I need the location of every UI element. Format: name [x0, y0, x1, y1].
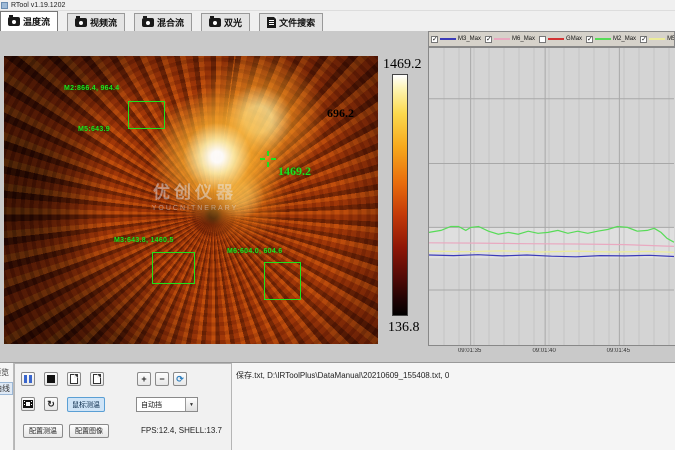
refresh-icon: ⟳: [176, 374, 184, 385]
auto-mode-value: 自动挡: [137, 400, 185, 410]
legend-checkbox[interactable]: [539, 36, 546, 43]
measure-roi[interactable]: [152, 252, 195, 284]
legend-checkbox[interactable]: ✓: [640, 36, 647, 43]
camera-icon: [142, 18, 154, 27]
measure-annotation: M5:643.9: [78, 126, 110, 133]
cursor-temperature-readout: 696.2: [327, 106, 354, 121]
config-image-label: 配置图像: [75, 426, 103, 436]
x-tick-label: 09:01:40: [532, 348, 555, 354]
measure-roi[interactable]: [128, 101, 165, 129]
save-snapshot-button[interactable]: [67, 372, 81, 386]
chevron-down-icon: ▼: [185, 398, 197, 411]
config-measure-button[interactable]: 配置测温: [23, 424, 63, 438]
watermark-line1: 优创仪器: [100, 178, 290, 203]
record-video-button[interactable]: [21, 397, 35, 411]
measure-annotation: M3:643.8, 1460.5: [114, 237, 174, 244]
temperature-chart[interactable]: [428, 47, 675, 346]
save-file-info: 保存.txt, D:\IRToolPlus\DataManual\2021060…: [236, 370, 449, 381]
legend-line-swatch: [494, 38, 510, 40]
pause-icon: [24, 375, 32, 383]
thermal-image[interactable]: 优创仪器 YOUCNITNERARY M2:866.4, 964.4 M5:643…: [4, 56, 378, 344]
irtool-window: RTool v1.19.1202 温度流 视频流 混合流 双光 文件搜索 优创仪器 YO…: [0, 0, 675, 450]
config-image-button[interactable]: 配置图像: [69, 424, 109, 438]
tab-3[interactable]: 双光: [201, 13, 250, 31]
watermark-line2: YOUCNITNERARY: [100, 205, 290, 212]
crosshair-marker[interactable]: [260, 151, 276, 167]
side-tab-strip: 预览曲线: [0, 363, 14, 450]
window-title: RTool v1.19.1202: [11, 2, 65, 9]
legend-label: M3_Max: [458, 36, 481, 42]
x-tick-label: 09:01:35: [458, 348, 481, 354]
measure-roi[interactable]: [264, 262, 301, 300]
tab-label: 视频流: [90, 16, 117, 29]
save-data-button[interactable]: [90, 372, 104, 386]
legend-line-swatch: [548, 38, 564, 40]
stream-tab-bar: 温度流 视频流 混合流 双光 文件搜索: [0, 11, 675, 31]
legend-line-swatch: [440, 38, 456, 40]
legend-item-GMax: GMax: [539, 36, 582, 43]
measure-annotation: M6:604.0, 604.6: [227, 248, 282, 255]
tab-0[interactable]: 温度流: [0, 11, 58, 31]
chart-x-axis: 09:01:3509:01:4009:01:4509:01:50: [428, 348, 675, 358]
tab-4[interactable]: 文件搜索: [259, 13, 323, 31]
tab-1[interactable]: 视频流: [67, 13, 125, 31]
pause-button[interactable]: [21, 372, 35, 386]
legend-item-M6_Max: ✓ M6_Max: [485, 36, 535, 43]
legend-line-swatch: [649, 38, 665, 40]
legend-item-M5_Max: ✓ M5_Max: [640, 36, 675, 43]
stop-icon: [47, 375, 55, 383]
watermark: 优创仪器 YOUCNITNERARY: [100, 178, 290, 212]
legend-label: M5_Max: [667, 36, 675, 42]
page-icon: [93, 374, 101, 384]
legend-label: M2_Max: [613, 36, 636, 42]
measure-annotation: M2:866.4, 964.4: [64, 85, 119, 92]
bottom-panel: 预览曲线 + − ⟳: [0, 362, 675, 450]
legend-label: M6_Max: [512, 36, 535, 42]
file-search-icon: [267, 17, 276, 28]
side-tab-item[interactable]: 预览: [0, 367, 13, 378]
toolbar-panel: + − ⟳ ↻ 鼠标测温 自动挡 ▼ 配置测温: [14, 363, 232, 450]
camera-icon: [75, 18, 87, 27]
mouse-measure-toggle[interactable]: 鼠标测温: [67, 397, 105, 412]
tab-label: 混合流: [157, 16, 184, 29]
tab-label: 温度流: [23, 15, 50, 28]
tab-label: 文件搜索: [279, 16, 315, 29]
chart-legend: ✓ M3_Max ✓ M6_Max GMax ✓ M2_Max ✓ M5_Max: [428, 31, 675, 47]
film-strip-icon: [23, 400, 33, 408]
stop-button[interactable]: [44, 372, 58, 386]
temperature-colorbar[interactable]: [392, 74, 408, 316]
fps-status: FPS:12.4, SHELL:13.7: [141, 426, 222, 435]
legend-checkbox[interactable]: ✓: [431, 36, 438, 43]
refresh-button[interactable]: ⟳: [173, 372, 187, 386]
rotate-icon: ↻: [47, 399, 55, 410]
camera-icon: [209, 18, 221, 27]
camera-icon: [8, 17, 20, 26]
legend-item-M2_Max: ✓ M2_Max: [586, 36, 636, 43]
title-bar: RTool v1.19.1202: [0, 0, 675, 11]
zoom-in-button[interactable]: +: [137, 372, 151, 386]
plus-icon: +: [141, 374, 146, 384]
side-tab-selected[interactable]: 曲线: [0, 382, 13, 395]
app-icon: [1, 2, 8, 9]
tab-label: 双光: [224, 16, 242, 29]
auto-mode-select[interactable]: 自动挡 ▼: [136, 397, 198, 412]
mouse-measure-label: 鼠标测温: [72, 400, 100, 410]
measure-annotation: 1469.2: [278, 164, 311, 179]
config-measure-label: 配置测温: [29, 426, 57, 436]
legend-line-swatch: [595, 38, 611, 40]
page-icon: [70, 374, 78, 384]
legend-item-M3_Max: ✓ M3_Max: [431, 36, 481, 43]
x-tick-label: 09:01:45: [607, 348, 630, 354]
legend-label: GMax: [566, 36, 582, 42]
tab-2[interactable]: 混合流: [134, 13, 192, 31]
rotate-button[interactable]: ↻: [44, 397, 58, 411]
legend-checkbox[interactable]: ✓: [586, 36, 593, 43]
zoom-out-button[interactable]: −: [155, 372, 169, 386]
scale-max-value: 1469.2: [383, 57, 422, 73]
scale-min-value: 136.8: [388, 320, 420, 336]
minus-icon: −: [159, 374, 164, 384]
legend-checkbox[interactable]: ✓: [485, 36, 492, 43]
